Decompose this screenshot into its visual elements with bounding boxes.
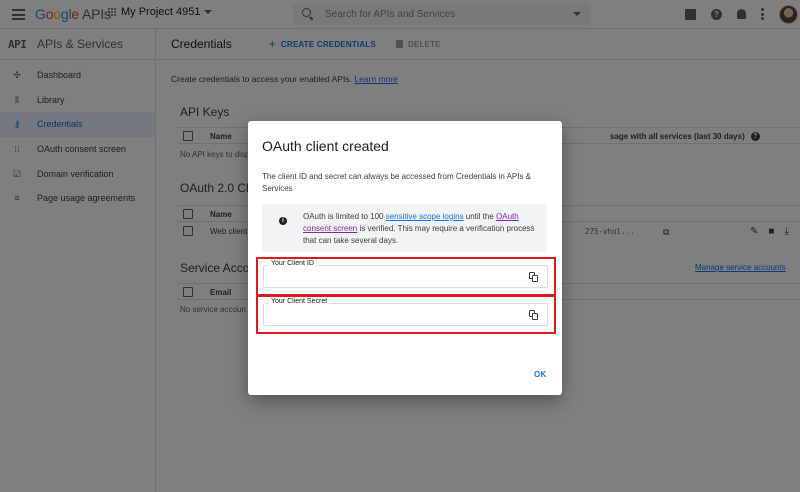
info-icon: i	[279, 217, 287, 225]
dialog-title: OAuth client created	[262, 138, 389, 154]
client-secret-label: Your Client Secret	[269, 298, 330, 305]
info-banner: i OAuth is limited to 100 sensitive scop…	[262, 204, 547, 252]
dialog-description: The client ID and secret can always be a…	[262, 172, 532, 193]
copy-icon[interactable]	[529, 310, 539, 320]
copy-icon[interactable]	[529, 272, 539, 282]
ok-button[interactable]: OK	[534, 370, 547, 379]
oauth-created-dialog: OAuth client created The client ID and s…	[248, 121, 562, 395]
client-secret-field[interactable]: Your Client Secret	[263, 298, 548, 326]
client-secret-highlight: Your Client Secret	[256, 295, 556, 334]
info-text: OAuth is limited to 100 sensitive scope …	[303, 212, 535, 245]
sensitive-scope-link[interactable]: sensitive scope logins	[386, 212, 464, 221]
client-id-highlight: Your Client ID	[256, 257, 556, 296]
client-id-field[interactable]: Your Client ID	[263, 260, 548, 288]
client-id-label: Your Client ID	[269, 260, 316, 267]
